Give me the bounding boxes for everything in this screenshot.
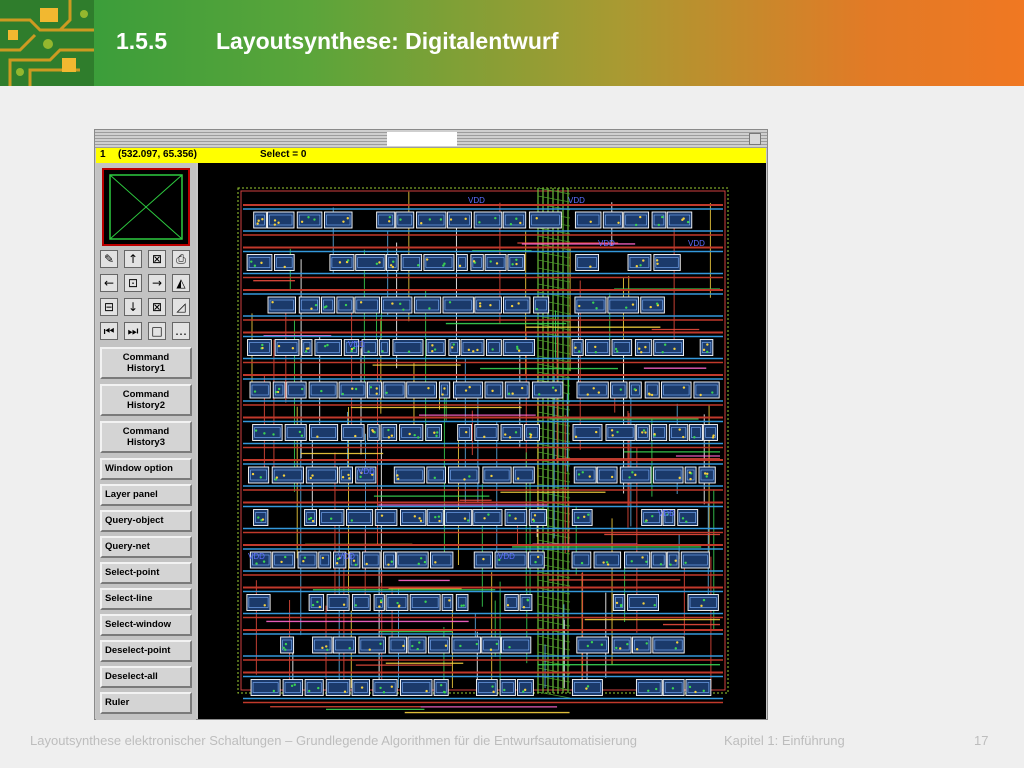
- tool-button-deselect-point[interactable]: Deselect-point: [100, 640, 192, 662]
- footer-page-number: 17: [974, 733, 989, 748]
- chip-layout-drawing: VDD VDD VDD VDD VDD VDD VDD VDD VDD VDD: [237, 187, 729, 714]
- box-x2-icon[interactable]: ⊠: [148, 298, 166, 316]
- window-id: 1: [100, 149, 106, 160]
- command-history-button-2[interactable]: Command History2: [100, 384, 192, 416]
- tool-button-select-line[interactable]: Select-line: [100, 588, 192, 610]
- section-title: Layoutsynthese: Digitalentwurf: [216, 28, 559, 54]
- command-history-label: Command: [122, 426, 170, 437]
- slide-header: 1.5.5 Layoutsynthese: Digitalentwurf: [0, 0, 1024, 86]
- save-icon[interactable]: ⊟: [100, 298, 118, 316]
- command-history-index: History2: [126, 400, 165, 411]
- tool-button-ruler[interactable]: Ruler: [100, 692, 192, 714]
- command-history-label: Command: [122, 389, 170, 400]
- svg-text:VDD: VDD: [568, 196, 585, 205]
- window-close-icon[interactable]: [749, 133, 761, 145]
- area-icon[interactable]: ◿: [172, 298, 190, 316]
- tool-button-query-object[interactable]: Query-object: [100, 510, 192, 532]
- svg-text:VDD: VDD: [338, 552, 355, 561]
- more-icon[interactable]: …: [172, 322, 190, 340]
- tool-button-layer-panel[interactable]: Layer panel: [100, 484, 192, 506]
- svg-text:VDD: VDD: [498, 552, 515, 561]
- arrow-down-icon[interactable]: ↓: [124, 298, 142, 316]
- tool-button-window-option[interactable]: Window option: [100, 458, 192, 480]
- tool-button-deselect-all[interactable]: Deselect-all: [100, 666, 192, 688]
- box-x-icon[interactable]: ⊠: [148, 250, 166, 268]
- circuit-logo-icon: [0, 0, 94, 86]
- zoom-icon[interactable]: ⊡: [124, 274, 142, 292]
- measure-icon[interactable]: ◭: [172, 274, 190, 292]
- arrow-left-icon[interactable]: ←: [100, 274, 118, 292]
- window-titlebar[interactable]: [95, 130, 767, 148]
- footer-chapter: Kapitel 1: Einführung: [724, 733, 845, 748]
- command-history-button-3[interactable]: Command History3: [100, 421, 192, 453]
- svg-text:VDD: VDD: [598, 239, 615, 248]
- section-number: 1.5.5: [116, 28, 168, 54]
- rewind-icon[interactable]: ⏮: [100, 322, 118, 340]
- arrow-up-icon[interactable]: ↑: [124, 250, 142, 268]
- arrow-right-icon[interactable]: →: [148, 274, 166, 292]
- edit-icon[interactable]: ✎: [100, 250, 118, 268]
- layout-editor-window: 1 (532.097, 65.356) Select = 0 ✎ ↑ ⊠ ⎙ ← ⊡ → ◭ ⊟…: [94, 129, 768, 720]
- svg-text:VDD: VDD: [658, 509, 675, 518]
- tool-button-select-point[interactable]: Select-point: [100, 562, 192, 584]
- cursor-coordinates: (532.097, 65.356): [118, 149, 197, 160]
- svg-text:VDD: VDD: [468, 196, 485, 205]
- window-title-field: [387, 132, 457, 146]
- print-icon[interactable]: ⎙: [172, 250, 190, 268]
- svg-text:VDD: VDD: [688, 239, 705, 248]
- slide-title: 1.5.5 Layoutsynthese: Digitalentwurf: [116, 28, 558, 55]
- svg-text:VDD: VDD: [358, 467, 375, 476]
- selection-count: Select = 0: [260, 149, 307, 160]
- overview-minimap[interactable]: [102, 168, 190, 246]
- layout-canvas[interactable]: VDD VDD VDD VDD VDD VDD VDD VDD VDD VDD: [198, 163, 766, 719]
- svg-text:VDD: VDD: [348, 340, 365, 349]
- tool-button-select-window[interactable]: Select-window: [100, 614, 192, 636]
- command-history-index: History1: [126, 363, 165, 374]
- square-icon[interactable]: □: [148, 322, 166, 340]
- fast-forward-icon[interactable]: ⏭: [124, 322, 142, 340]
- command-history-label: Command: [122, 352, 170, 363]
- command-history-index: History3: [126, 437, 165, 448]
- status-bar: 1 (532.097, 65.356) Select = 0: [96, 148, 766, 163]
- tool-button-query-net[interactable]: Query-net: [100, 536, 192, 558]
- footer-course: Layoutsynthese elektronischer Schaltunge…: [30, 733, 638, 748]
- tool-panel: ✎ ↑ ⊠ ⎙ ← ⊡ → ◭ ⊟ ↓ ⊠ ◿ ⏮ ⏭ □… Command History1 Command H…: [96, 163, 196, 720]
- command-history-button-1[interactable]: Command History1: [100, 347, 192, 379]
- svg-text:VDD: VDD: [248, 552, 265, 561]
